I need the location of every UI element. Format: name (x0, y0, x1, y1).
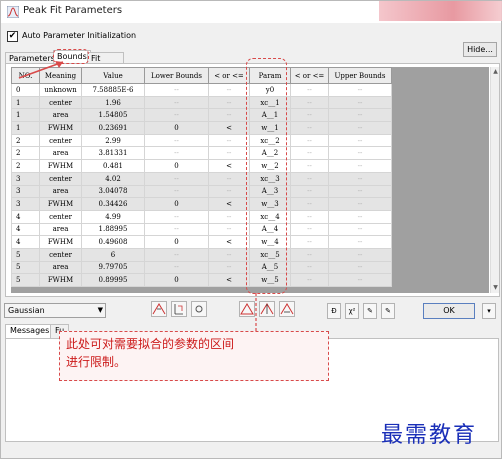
annotation-line-1: 此处可对需要拟合的参数的区间 (66, 337, 235, 351)
peak-fit-window: Peak Fit Parameters ✔ Auto Parameter Ini… (0, 0, 502, 459)
annotation-line-2: 进行限制。 (66, 355, 127, 369)
annotation-note: 此处可对需要拟合的参数的区间 进行限制。 (59, 331, 329, 381)
annotation-arrows (18, 61, 257, 331)
watermark-text: 最需教育 (381, 423, 478, 448)
